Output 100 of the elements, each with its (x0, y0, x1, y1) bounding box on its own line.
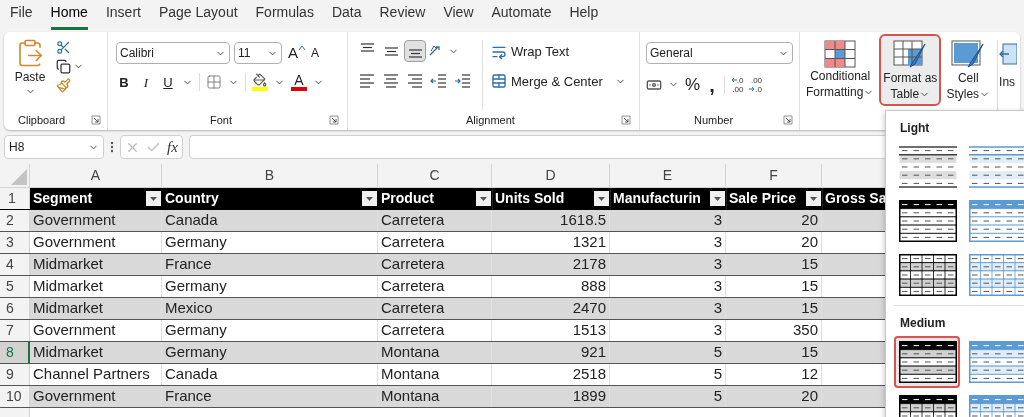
cell-styles-icon (951, 40, 986, 70)
insert-button[interactable]: Ins (999, 34, 1018, 90)
filter-button[interactable] (710, 191, 725, 206)
cell-styles-button[interactable]: Cell Styles (942, 34, 995, 106)
filter-button[interactable] (594, 191, 609, 206)
decrease-decimal-button[interactable]: .00 .0 (749, 75, 763, 94)
row-number[interactable]: 7 (0, 320, 30, 341)
table-cell: Germany (162, 276, 378, 297)
row-number[interactable]: 5 (0, 276, 30, 297)
table-cell: France (162, 254, 378, 275)
menu-tab[interactable]: Page Layout (158, 2, 238, 30)
column-header[interactable]: F (726, 164, 822, 187)
caret-icon (598, 196, 605, 201)
table-header-cell: Units Sold (492, 188, 610, 209)
wrap-text-button[interactable]: Wrap Text (491, 42, 626, 62)
table-cell: 3 (610, 232, 726, 253)
name-box[interactable]: H8 (4, 135, 104, 159)
row-number[interactable]: 6 (0, 298, 30, 319)
table-styles-button[interactable]: Format as Table (879, 34, 942, 106)
filter-button[interactable] (476, 191, 491, 206)
indent-align-icon (454, 72, 472, 90)
font-name-field[interactable]: Calibri (116, 42, 230, 65)
font-size-field[interactable]: 11 (234, 42, 282, 65)
table-cell: 3 (610, 320, 726, 341)
menu-tab[interactable]: Help (569, 2, 599, 30)
menu-tab[interactable]: File (10, 2, 33, 30)
middle-align-icon (384, 46, 398, 56)
table-cell: 3 (610, 298, 726, 319)
table-cell: Canada (162, 364, 378, 385)
caret-icon (150, 196, 157, 201)
row-number[interactable]: 10 (0, 386, 30, 407)
column-header[interactable]: A (30, 164, 162, 187)
table-cell: Carretera (378, 320, 492, 341)
menu-tab[interactable]: Review (379, 2, 426, 30)
left-arrow-icon (730, 77, 737, 84)
column-header[interactable]: D (492, 164, 610, 187)
table-cell: Montana (378, 386, 492, 407)
conditional-styles-button[interactable]: Conditional Formatting (802, 34, 879, 104)
grow-font-button[interactable]: A (286, 42, 300, 65)
table-cell: 1899 (492, 386, 610, 407)
menu-section-heading: Light (900, 120, 931, 137)
filter-button[interactable] (806, 191, 821, 206)
table-cell: 5 (610, 364, 726, 385)
column-header[interactable]: E (610, 164, 726, 187)
table-cell: Germany (162, 320, 378, 341)
menu-tab[interactable]: Formulas (255, 2, 314, 30)
table-cell: Channel Partners (30, 364, 162, 385)
font-color-button[interactable]: A (294, 73, 304, 88)
dialog-launcher-icon[interactable] (783, 115, 793, 125)
center-align-icon (382, 72, 400, 90)
italic-button[interactable]: I (138, 72, 154, 92)
menu-tab[interactable]: Automate (491, 2, 552, 30)
insert-cells-icon (999, 42, 1018, 68)
dialog-launcher-icon[interactable] (621, 115, 631, 125)
dialog-launcher-icon[interactable] (329, 115, 339, 125)
comma-button[interactable]: , (706, 74, 718, 95)
table-cell: 20 (726, 386, 822, 407)
row-number[interactable]: 3 (0, 232, 30, 253)
cut-icon[interactable] (56, 40, 71, 55)
table-cell: 3 (610, 254, 726, 275)
table-cell: Carretera (378, 254, 492, 275)
borders-icon[interactable] (206, 74, 222, 91)
number-format-field[interactable]: General (646, 42, 793, 64)
right-align-icon (406, 72, 424, 90)
bottom-align-icon (408, 49, 422, 58)
left-align-icon (358, 72, 376, 90)
paste-button[interactable]: Paste (10, 38, 50, 97)
bold-button[interactable]: B (116, 72, 132, 92)
filter-button[interactable] (362, 191, 377, 206)
row-number[interactable]: 2 (0, 210, 30, 231)
fill-color-icon[interactable] (253, 73, 267, 88)
insert-function-button[interactable]: fx (167, 135, 178, 159)
menu-tab[interactable]: Insert (105, 2, 141, 30)
table-cell: Mexico (162, 298, 378, 319)
table-cell: 3 (610, 276, 726, 297)
column-header[interactable]: B (162, 164, 378, 187)
increase-decimal-button[interactable]: .0 .00 (730, 75, 744, 94)
dialog-launcher-icon[interactable] (91, 115, 101, 125)
row-number[interactable]: 4 (0, 254, 30, 275)
copy-icon[interactable] (56, 59, 71, 74)
table-cell: Government (30, 232, 162, 253)
filter-button[interactable] (146, 191, 161, 206)
menu-tab[interactable]: View (443, 2, 474, 30)
table-cell: Germany (162, 232, 378, 253)
bottom-align-button[interactable] (404, 40, 426, 62)
row-number[interactable]: 1 (0, 188, 30, 209)
shrink-font-button[interactable]: A (309, 44, 322, 63)
menu-tab[interactable]: Data (331, 2, 362, 30)
table-cell: Carretera (378, 276, 492, 297)
right-arrow-icon (749, 86, 756, 93)
underline-button[interactable]: U (160, 72, 176, 92)
table-cell: 15 (726, 298, 822, 319)
table-cell: 1513 (492, 320, 610, 341)
merge-center-button[interactable]: Merge & Center (491, 71, 626, 91)
row-number[interactable]: 8 (0, 342, 30, 363)
percent-button[interactable]: % (685, 72, 701, 98)
row-number[interactable]: 9 (0, 364, 30, 385)
column-header[interactable]: C (378, 164, 492, 187)
table-cell: Montana (378, 342, 492, 363)
group-label: Clipboard (18, 112, 66, 128)
